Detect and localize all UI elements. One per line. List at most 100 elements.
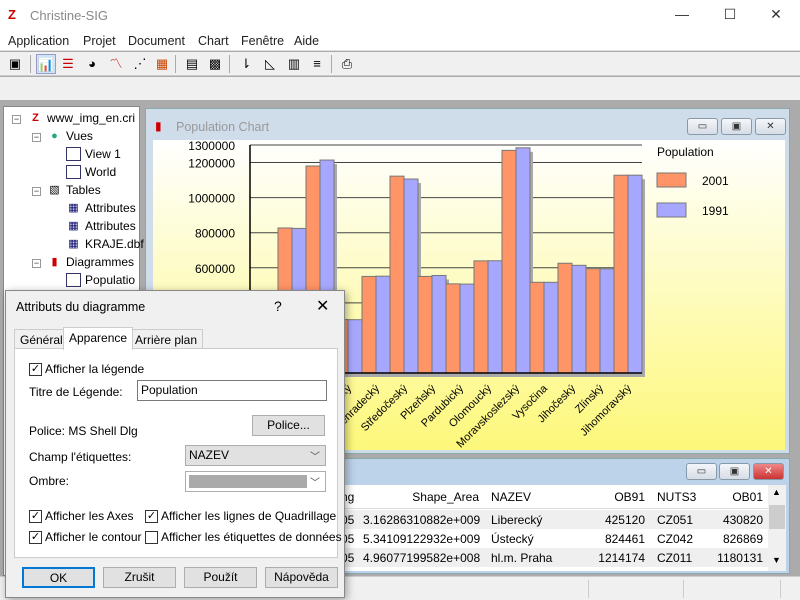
minimize-button[interactable]: ▭ bbox=[687, 118, 718, 135]
print-icon[interactable]: ⎙ bbox=[337, 54, 357, 74]
table-cell: CZ042 bbox=[657, 532, 694, 546]
chart-attributes-dialog: Attributs du diagramme ? ✕ Général Appar… bbox=[5, 290, 345, 598]
table-cell: 1214174 bbox=[598, 551, 645, 565]
chart-icon: ▮ bbox=[155, 119, 162, 133]
new-document-icon[interactable]: ▣ bbox=[5, 54, 25, 74]
close-button[interactable]: ✕ bbox=[766, 6, 786, 23]
font-button[interactable]: Police... bbox=[252, 415, 325, 436]
menu-aide[interactable]: Aide bbox=[294, 34, 319, 48]
minimize-button[interactable]: — bbox=[672, 6, 692, 22]
attribute-table: ng Shape_Area NAZEV OB91 NUTS3 OB01 05 3.… bbox=[341, 485, 786, 571]
show-gridlines-checkbox[interactable]: ✓ Afficher les lignes de Quadrillage bbox=[145, 509, 336, 523]
database-sort-icon[interactable]: ▥ bbox=[284, 54, 304, 74]
tree-item-vues[interactable]: ● Vues bbox=[47, 129, 93, 143]
stacked-chart-icon[interactable]: ▦ bbox=[152, 54, 172, 74]
show-outline-checkbox[interactable]: ✓ Afficher le contour bbox=[29, 530, 142, 544]
table-tool-icon[interactable]: ▩ bbox=[205, 54, 225, 74]
bar-2001 bbox=[417, 275, 433, 374]
ok-button[interactable]: OK bbox=[22, 567, 95, 588]
close-button[interactable]: ✕ bbox=[753, 463, 784, 480]
scatter-chart-icon[interactable]: ⋰ bbox=[130, 54, 150, 74]
toolbar: ▣ 📊 ☰ ◕ 〽 ⋰ ▦ ▤ ▩ ⇂ ◺ ▥ ≡ ⎙ bbox=[0, 52, 800, 76]
collapse-toggle[interactable]: − bbox=[32, 259, 41, 268]
collapse-toggle[interactable]: − bbox=[32, 133, 41, 142]
scroll-down-icon[interactable]: ▼ bbox=[772, 555, 781, 565]
menu-fenetre[interactable]: Fenêtre bbox=[241, 34, 284, 48]
menu-chart[interactable]: Chart bbox=[198, 34, 229, 48]
tree-item-attributes-2[interactable]: ▦ Attributes bbox=[66, 219, 135, 233]
bar-2001 bbox=[361, 275, 377, 374]
tree-item-diagrammes[interactable]: ▮ Diagrammes bbox=[47, 255, 134, 269]
tables-icon: ▧ bbox=[49, 184, 60, 196]
legend-title-input[interactable]: Population bbox=[137, 380, 327, 401]
y-tick-label: 800000 bbox=[195, 227, 235, 241]
menu-document[interactable]: Document bbox=[128, 34, 185, 48]
sort-ascending-icon[interactable]: ◺ bbox=[260, 54, 280, 74]
legend-label: 1991 bbox=[702, 204, 729, 218]
restore-button[interactable]: ▣ bbox=[721, 118, 752, 135]
apply-button[interactable]: Použít bbox=[184, 567, 257, 588]
menu-application[interactable]: Application bbox=[8, 34, 69, 48]
scroll-thumb[interactable] bbox=[769, 505, 785, 529]
tab-arriere-plan[interactable]: Arrière plan bbox=[129, 329, 204, 349]
label-field-select[interactable]: NAZEV ﹀ bbox=[185, 445, 326, 466]
cancel-button[interactable]: Zrušit bbox=[103, 567, 176, 588]
bar-chart-icon[interactable]: 📊 bbox=[36, 54, 56, 74]
maximize-button[interactable]: ☐ bbox=[720, 6, 740, 23]
font-label: Police: MS Shell Dlg bbox=[29, 424, 138, 438]
pie-chart-icon[interactable]: ◕ bbox=[82, 54, 102, 74]
table-row[interactable]: 05 3.16286310882e+009 Liberecký 425120 CZ051… bbox=[341, 510, 768, 529]
menu-projet[interactable]: Projet bbox=[83, 34, 116, 48]
show-data-labels-checkbox[interactable]: Afficher les étiquettes de données bbox=[145, 530, 342, 544]
show-legend-checkbox[interactable]: ✓ Afficher la légende bbox=[29, 362, 144, 376]
scroll-up-icon[interactable]: ▲ bbox=[772, 487, 781, 497]
table-cell: 425120 bbox=[604, 513, 645, 527]
tree-item-kraje[interactable]: ▦ KRAJE.dbf bbox=[66, 237, 143, 251]
menu-bar: Application Projet Document Chart Fenêtr… bbox=[0, 30, 800, 51]
align-icon[interactable]: ≡ bbox=[307, 54, 327, 74]
bar-1991 bbox=[571, 264, 587, 374]
help-text-button[interactable]: Nápověda bbox=[265, 567, 338, 588]
tree-item-view1[interactable]: View 1 bbox=[66, 147, 121, 161]
close-button[interactable]: ✕ bbox=[755, 118, 786, 135]
collapse-toggle[interactable]: − bbox=[32, 187, 41, 196]
tree-item-attributes-1[interactable]: ▦ Attributes bbox=[66, 201, 135, 215]
bar-2001 bbox=[445, 283, 461, 374]
table-row[interactable]: 05 4.96077199582e+008 hl.m. Praha 1214174 CZ… bbox=[341, 548, 768, 567]
line-chart-icon[interactable]: 〽 bbox=[106, 54, 126, 74]
tree-root[interactable]: Zwww_img_en.cri bbox=[28, 111, 135, 125]
legend-swatch bbox=[656, 172, 687, 188]
col-header[interactable]: OB91 bbox=[589, 490, 645, 504]
chart-icon: ▮ bbox=[51, 256, 58, 268]
horizontal-bar-chart-icon[interactable]: ☰ bbox=[58, 54, 78, 74]
legend-label: 2001 bbox=[702, 174, 729, 188]
minimize-button[interactable]: ▭ bbox=[686, 463, 717, 480]
chevron-down-icon: ﹀ bbox=[310, 452, 320, 463]
show-axes-checkbox[interactable]: ✓ Afficher les Axes bbox=[29, 509, 134, 523]
tree-item-population[interactable]: Populatio bbox=[66, 273, 135, 287]
view-icon bbox=[66, 165, 81, 179]
sort-icon[interactable]: ⇂ bbox=[236, 54, 256, 74]
tree-item-world[interactable]: World bbox=[66, 165, 116, 179]
shadow-color-select[interactable]: ﹀ bbox=[185, 471, 326, 492]
collapse-toggle[interactable]: − bbox=[12, 115, 21, 124]
title-bar: Z Christine-SIG — ☐ ✕ bbox=[0, 0, 800, 30]
col-header[interactable]: Shape_Area bbox=[363, 490, 479, 504]
tab-general[interactable]: Général bbox=[14, 329, 69, 349]
bar-2001 bbox=[473, 260, 489, 374]
col-header[interactable]: OB01 bbox=[709, 490, 763, 504]
col-header[interactable]: NAZEV bbox=[491, 490, 531, 504]
bar-2001 bbox=[585, 268, 601, 374]
bar-2001 bbox=[389, 175, 405, 374]
chart-properties-icon[interactable]: ▤ bbox=[182, 54, 202, 74]
table-row[interactable]: 05 5.34109122932e+009 Ústecký 824461 CZ042 82… bbox=[341, 529, 768, 548]
tree-item-tables[interactable]: ▧ Tables bbox=[47, 183, 100, 197]
christine-logo-icon: Z bbox=[32, 112, 39, 124]
bar-1991 bbox=[515, 147, 531, 374]
tab-apparence[interactable]: Apparence bbox=[63, 327, 134, 350]
help-button[interactable]: ? bbox=[274, 298, 282, 314]
vertical-scrollbar[interactable]: ▲ ▼ bbox=[768, 485, 786, 571]
dialog-close-button[interactable]: ✕ bbox=[316, 296, 329, 316]
restore-button[interactable]: ▣ bbox=[719, 463, 750, 480]
col-header[interactable]: NUTS3 bbox=[657, 490, 696, 504]
